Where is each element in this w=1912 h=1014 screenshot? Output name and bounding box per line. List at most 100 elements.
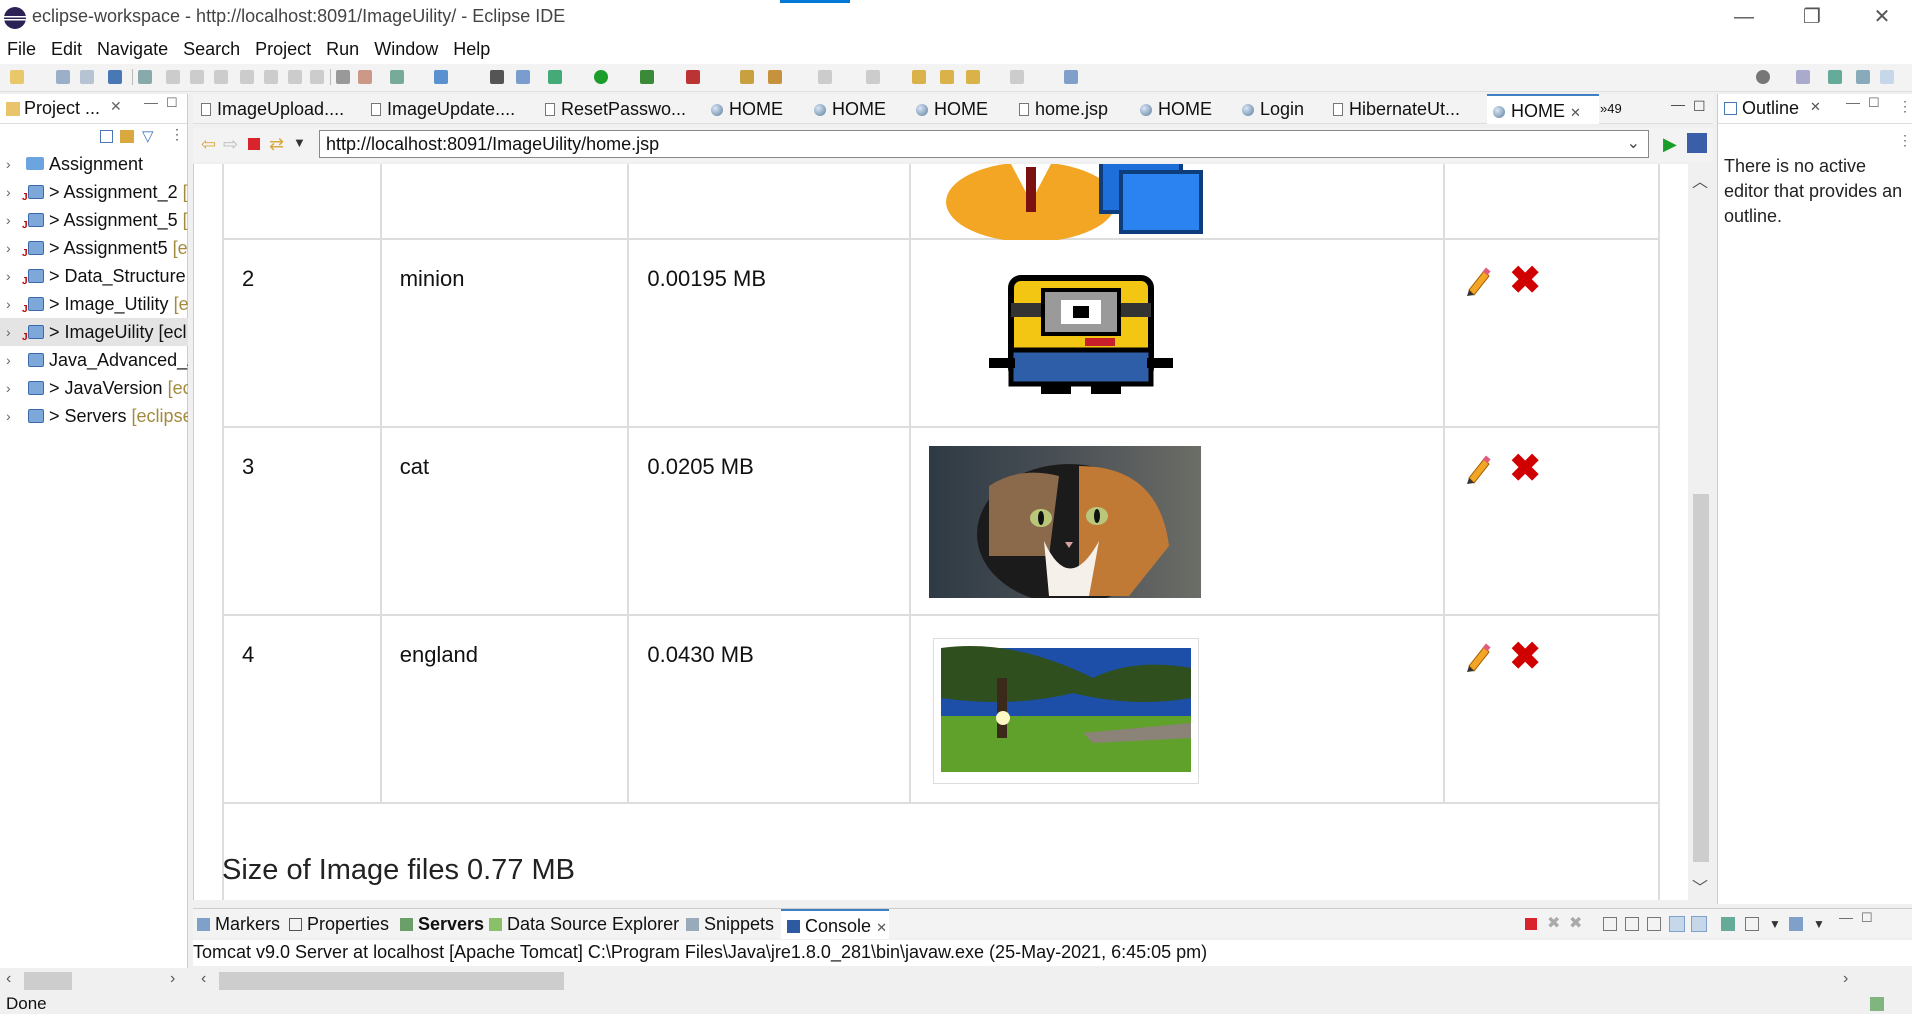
- maximize-view-icon[interactable]: ☐: [1868, 95, 1880, 111]
- tab-console[interactable]: Console ✕: [781, 909, 889, 939]
- console-dropdown-icon[interactable]: ▼: [1769, 917, 1781, 931]
- remove-all-launches-icon[interactable]: ✖: [1569, 913, 1582, 933]
- maximize-editor-icon[interactable]: ☐: [1693, 98, 1706, 115]
- red-x-icon[interactable]: ✖: [1509, 450, 1541, 488]
- menu-edit[interactable]: Edit: [44, 34, 90, 60]
- pencil-icon[interactable]: [1463, 266, 1493, 296]
- web-browser-icon[interactable]: [434, 70, 448, 84]
- forward-icon[interactable]: [966, 70, 980, 84]
- next-annotation-icon[interactable]: [818, 70, 832, 84]
- open-console-dropdown-icon[interactable]: ▼: [1813, 917, 1825, 931]
- use-step-filters-icon[interactable]: [336, 70, 350, 84]
- minimize-view-icon[interactable]: —: [1846, 94, 1860, 110]
- menu-navigate[interactable]: Navigate: [90, 34, 176, 60]
- tab-overflow-button[interactable]: »49: [1600, 94, 1622, 124]
- clear-console-icon[interactable]: [1603, 917, 1617, 931]
- collapse-all-icon[interactable]: [100, 130, 113, 143]
- minimize-editor-icon[interactable]: —: [1671, 96, 1685, 112]
- menu-window[interactable]: Window: [367, 34, 446, 60]
- minimize-console-icon[interactable]: —: [1839, 909, 1853, 925]
- debug-perspective-icon[interactable]: [1856, 70, 1870, 84]
- menu-run[interactable]: Run: [319, 34, 367, 60]
- terminate-console-icon[interactable]: [1525, 918, 1537, 930]
- url-input[interactable]: http://localhost:8091/ImageUility/home.j…: [319, 130, 1649, 158]
- refresh-icon[interactable]: ⇄: [269, 134, 284, 155]
- menu-file[interactable]: File: [0, 34, 44, 60]
- view-menu-icon[interactable]: ⋮: [1898, 98, 1912, 115]
- debug-icon[interactable]: [548, 70, 562, 84]
- tree-item-data-structure[interactable]: › > Data_Structure [: [0, 262, 188, 290]
- tab-home-1[interactable]: HOME: [711, 94, 783, 124]
- pencil-icon[interactable]: [1463, 642, 1493, 672]
- tab-home-2[interactable]: HOME: [814, 94, 886, 124]
- project-explorer-title[interactable]: Project ...: [24, 98, 100, 119]
- browser-vertical-scrollbar[interactable]: ︿ ﹀: [1688, 164, 1713, 900]
- tree-item-assignment[interactable]: › Assignment: [0, 150, 188, 178]
- open-type-icon[interactable]: [740, 70, 754, 84]
- menu-help[interactable]: Help: [446, 34, 498, 60]
- history-dropdown-icon[interactable]: ▼: [293, 135, 306, 150]
- expand-arrow-icon[interactable]: ›: [6, 318, 11, 346]
- search-tool-icon[interactable]: [516, 70, 530, 84]
- remove-launch-icon[interactable]: ✖: [1547, 913, 1560, 933]
- step-into-icon[interactable]: [264, 70, 278, 84]
- menu-search[interactable]: Search: [176, 34, 248, 60]
- minimize-button[interactable]: —: [1724, 4, 1764, 30]
- scroll-up-arrow-icon[interactable]: ︿: [1692, 168, 1708, 192]
- scroll-right-arrow-icon[interactable]: ›: [170, 970, 175, 988]
- tab-login[interactable]: Login: [1242, 94, 1304, 124]
- tab-resetpassword[interactable]: ResetPasswo...: [545, 94, 686, 124]
- tree-item-assignment-5[interactable]: › > Assignment_5 [: [0, 206, 188, 234]
- tree-item-java-advanced[interactable]: › Java_Advanced_A: [0, 346, 188, 374]
- browser-menu-icon[interactable]: [1687, 133, 1707, 153]
- stop-icon[interactable]: [248, 138, 260, 150]
- tab-home-jsp[interactable]: home.jsp: [1019, 94, 1108, 124]
- display-selected-console-icon[interactable]: [1745, 917, 1759, 931]
- terminal-icon[interactable]: [108, 70, 122, 84]
- link-with-editor-icon[interactable]: [120, 130, 134, 143]
- maximize-console-icon[interactable]: ☐: [1861, 910, 1873, 926]
- menu-project[interactable]: Project: [248, 34, 319, 60]
- outline-close-icon[interactable]: ✕: [1810, 99, 1821, 115]
- expand-arrow-icon[interactable]: ›: [6, 234, 11, 262]
- filter-icon[interactable]: ▽: [142, 127, 154, 145]
- tab-snippets[interactable]: Snippets: [686, 909, 774, 939]
- maximize-view-icon[interactable]: ☐: [166, 95, 178, 111]
- last-edit-location-icon[interactable]: [912, 70, 926, 84]
- red-x-icon[interactable]: ✖: [1509, 638, 1541, 676]
- previous-annotation-icon[interactable]: [866, 70, 880, 84]
- tab-close-icon[interactable]: ✕: [876, 920, 887, 935]
- close-window-button[interactable]: ✕: [1862, 4, 1902, 30]
- new-icon[interactable]: [10, 70, 24, 84]
- tab-home-4[interactable]: HOME: [1140, 94, 1212, 124]
- view-menu-icon[interactable]: ⋮: [170, 126, 184, 143]
- scrollbar-thumb[interactable]: [1693, 494, 1709, 862]
- back-icon[interactable]: [940, 70, 954, 84]
- suspend-icon[interactable]: [190, 70, 204, 84]
- tab-servers[interactable]: Servers: [400, 909, 484, 939]
- scroll-left-arrow-icon[interactable]: ‹: [6, 970, 11, 988]
- console-horizontal-scrollbar[interactable]: ‹ ›: [193, 968, 1912, 994]
- open-task-icon[interactable]: [358, 70, 372, 84]
- expand-arrow-icon[interactable]: ›: [6, 402, 11, 430]
- expand-arrow-icon[interactable]: ›: [6, 150, 11, 178]
- java-ee-perspective-icon[interactable]: [1828, 70, 1842, 84]
- project-explorer-horizontal-scrollbar[interactable]: ‹ ›: [0, 968, 188, 994]
- tab-home-3[interactable]: HOME: [916, 94, 988, 124]
- resume-icon[interactable]: [166, 70, 180, 84]
- outline-title[interactable]: Outline: [1742, 98, 1799, 119]
- project-explorer-close-icon[interactable]: ✕: [110, 98, 122, 115]
- save-all-icon[interactable]: [80, 70, 94, 84]
- tab-home-active[interactable]: HOME ✕: [1487, 94, 1599, 124]
- step-over-icon[interactable]: [288, 70, 302, 84]
- scroll-down-arrow-icon[interactable]: ﹀: [1692, 874, 1708, 898]
- show-on-stderr-icon[interactable]: [1691, 916, 1707, 932]
- disconnect-icon[interactable]: [240, 70, 254, 84]
- expand-arrow-icon[interactable]: ›: [6, 178, 11, 206]
- scroll-lock-icon[interactable]: [1625, 917, 1639, 931]
- step-return-icon[interactable]: [310, 70, 324, 84]
- tab-imageupload[interactable]: ImageUpload....: [201, 94, 344, 124]
- tree-item-imageuility[interactable]: › > ImageUility [ecl: [0, 318, 188, 346]
- run-icon[interactable]: [594, 70, 608, 84]
- back-arrow-icon[interactable]: ⇦: [201, 134, 216, 155]
